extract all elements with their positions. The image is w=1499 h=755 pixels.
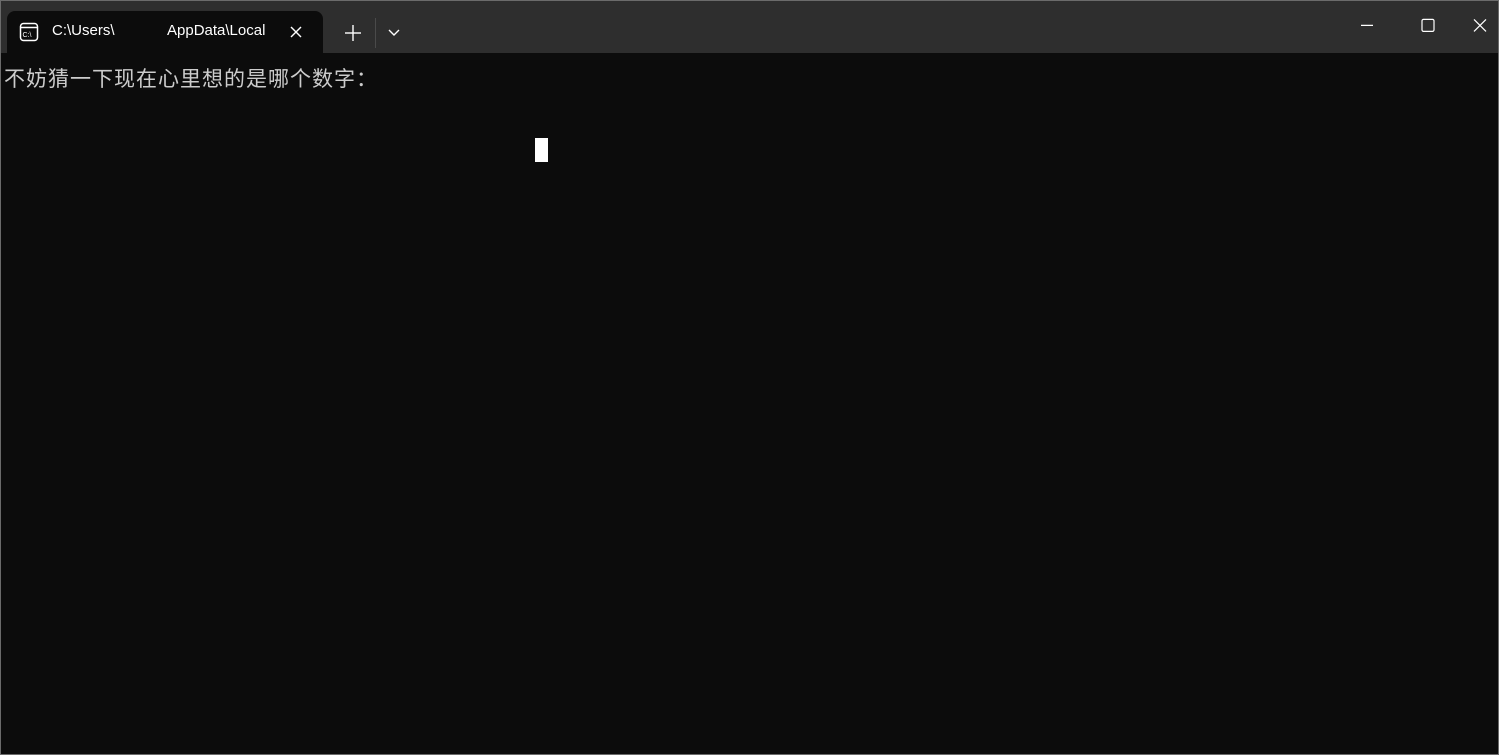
svg-text:C:\: C:\ xyxy=(23,32,32,39)
close-tab-icon[interactable] xyxy=(287,23,305,41)
terminal-cmd-icon: C:\ xyxy=(19,22,39,42)
terminal-window: C:\ C:\Users\ AppData\Local 不妨猜一下现在心里想的是… xyxy=(0,0,1499,755)
title-bar: C:\ C:\Users\ AppData\Local xyxy=(1,1,1498,53)
terminal-output-line: 不妨猜一下现在心里想的是哪个数字： xyxy=(4,67,378,91)
text-cursor xyxy=(535,138,548,162)
chevron-down-icon[interactable] xyxy=(383,23,405,43)
terminal-output[interactable]: 不妨猜一下现在心里想的是哪个数字： xyxy=(1,53,1498,754)
minimize-icon[interactable] xyxy=(1337,1,1397,53)
tab-divider xyxy=(375,18,376,48)
tab-title-user-path: C:\Users\ xyxy=(52,22,115,39)
close-icon[interactable] xyxy=(1460,1,1498,53)
tab-title-appdata-path: AppData\Local xyxy=(167,22,266,39)
terminal-tab[interactable]: C:\ C:\Users\ AppData\Local xyxy=(7,11,323,53)
maximize-icon[interactable] xyxy=(1398,1,1458,53)
new-tab-plus-icon[interactable] xyxy=(341,21,365,45)
